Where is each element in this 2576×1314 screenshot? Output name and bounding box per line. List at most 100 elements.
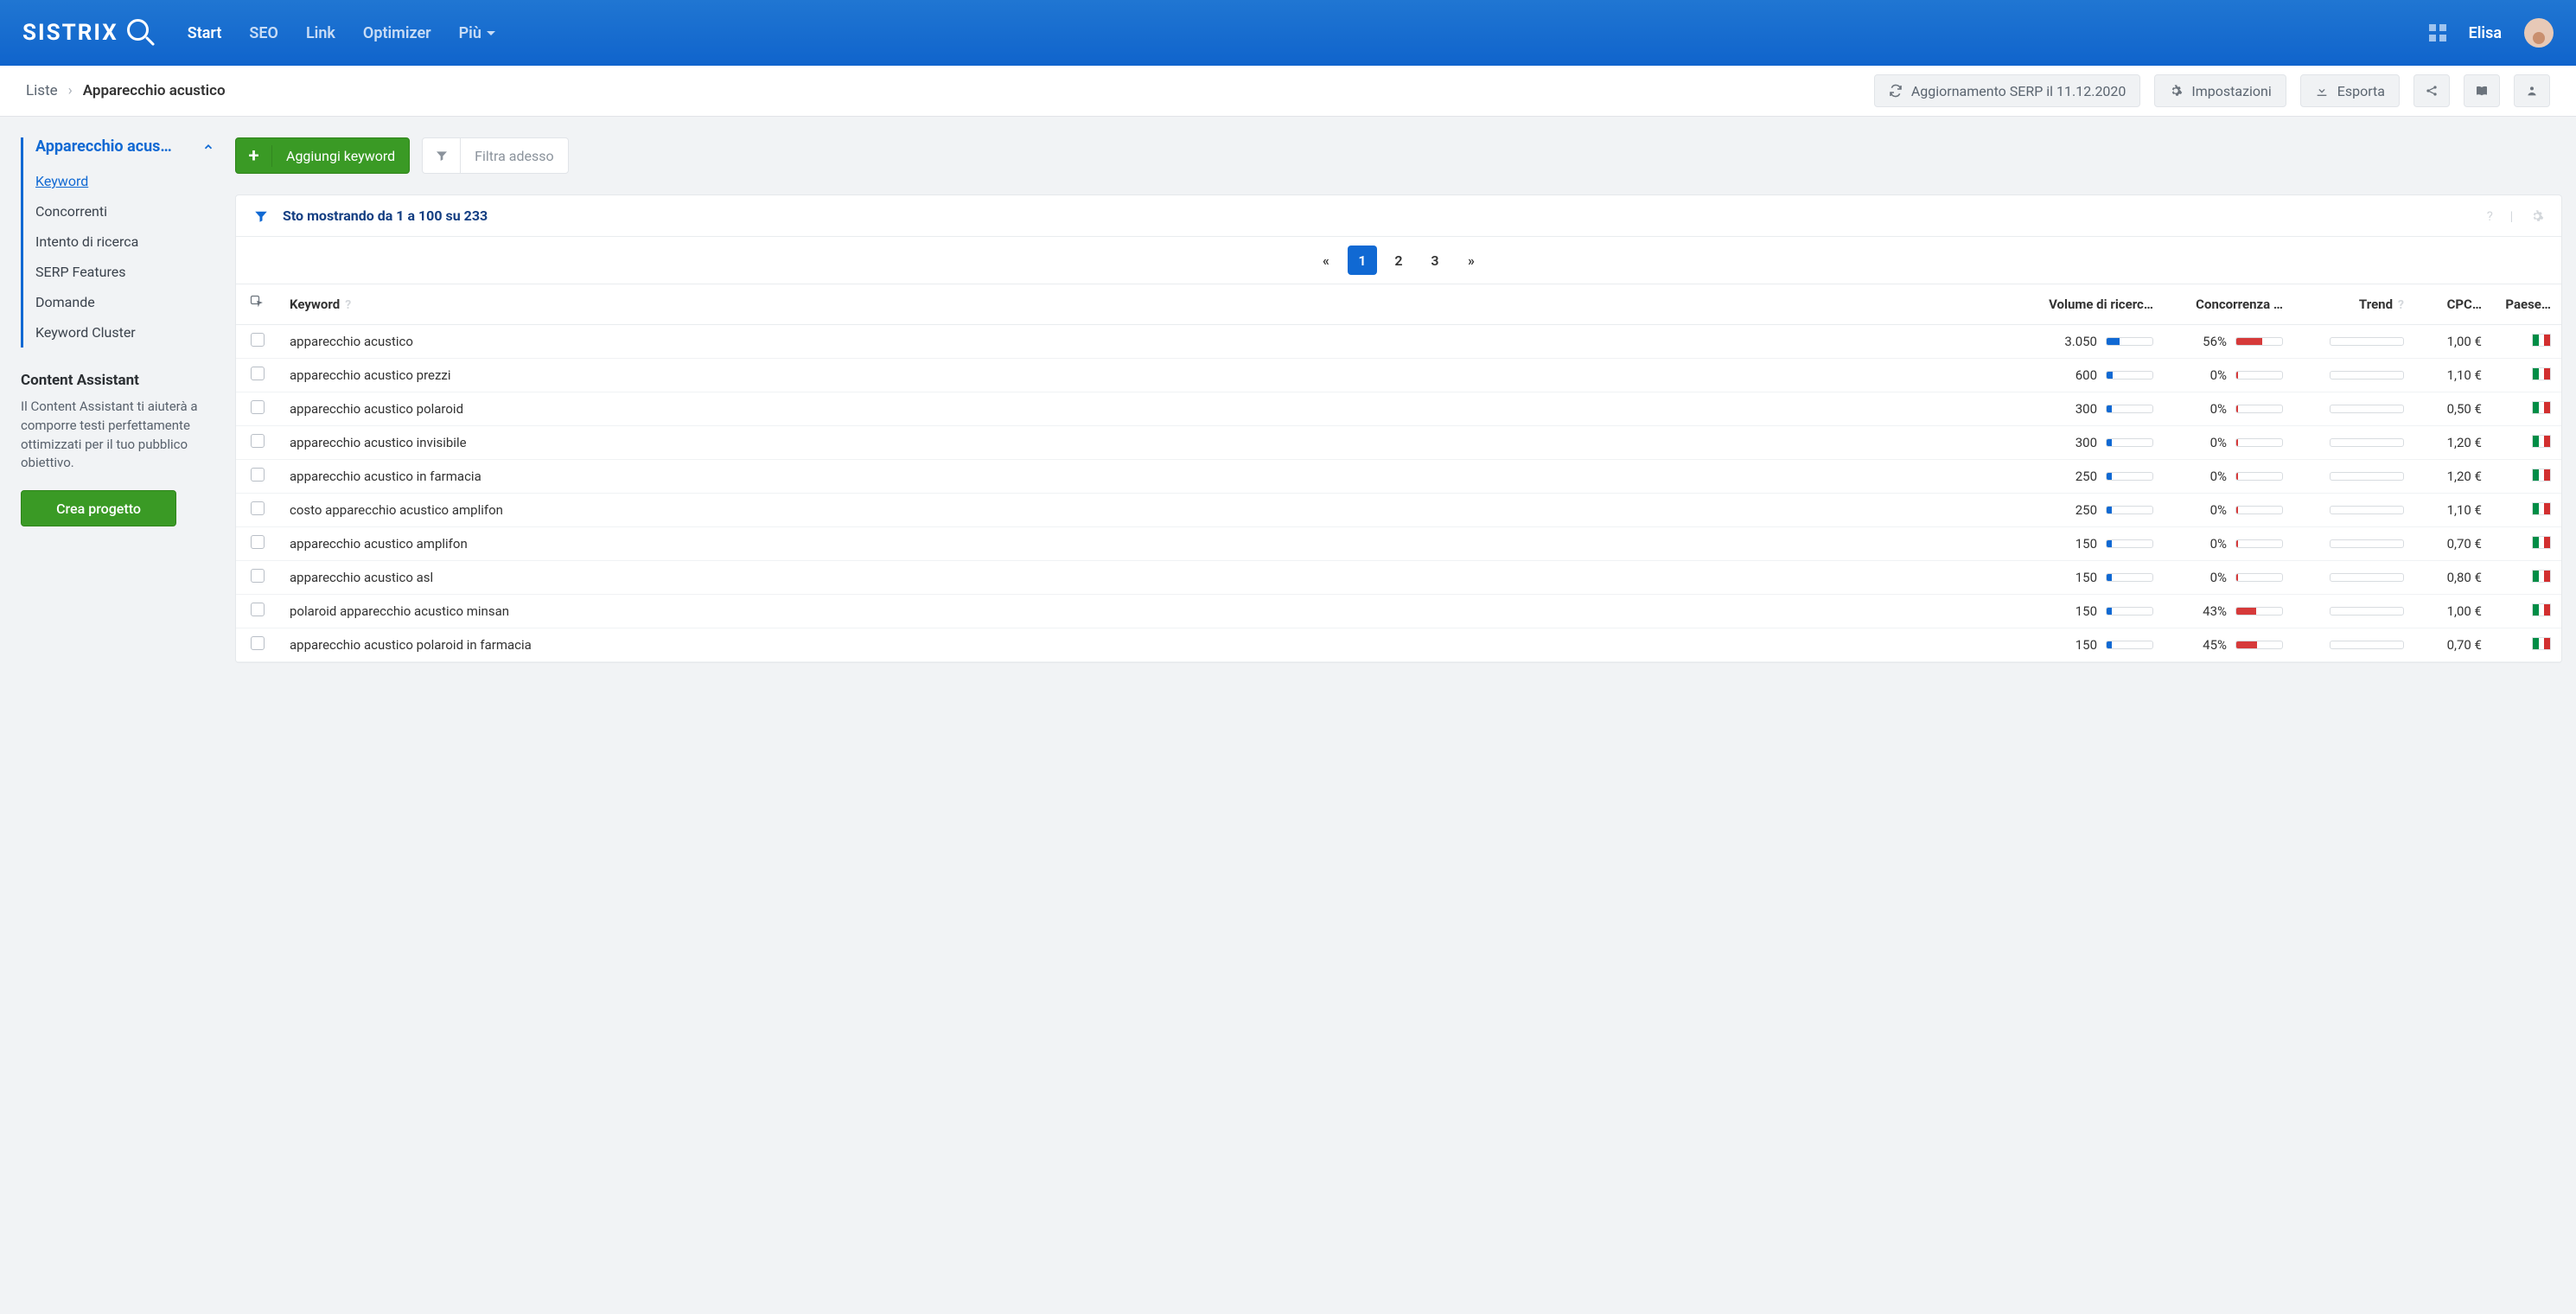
page-2[interactable]: 2 <box>1384 246 1413 275</box>
cell-competition: 0% <box>2164 426 2293 460</box>
user-button[interactable] <box>2514 74 2550 107</box>
cell-country <box>2492 392 2561 426</box>
cell-country <box>2492 628 2561 662</box>
table-row[interactable]: apparecchio acustico polaroid3000%0,50 € <box>236 392 2561 426</box>
col-trend[interactable]: Trend? <box>2293 284 2414 325</box>
brand-logo[interactable]: SISTRIX <box>22 17 156 48</box>
row-checkbox[interactable] <box>236 527 279 561</box>
add-keyword-button[interactable]: + Aggiungi keyword <box>235 137 410 174</box>
sidebar-item-questions[interactable]: Domande <box>35 287 214 317</box>
col-competition[interactable]: Concorrenza … <box>2164 284 2293 325</box>
app-grid-icon[interactable]: + <box>2429 24 2446 41</box>
table-row[interactable]: apparecchio acustico prezzi6000%1,10 € <box>236 359 2561 392</box>
table-row[interactable]: apparecchio acustico polaroid in farmaci… <box>236 628 2561 662</box>
sidebar-item-intent[interactable]: Intento di ricerca <box>35 226 214 257</box>
filter-active-icon <box>253 208 269 224</box>
plus-icon: + <box>236 145 272 167</box>
nav-link[interactable]: Link <box>306 24 335 42</box>
nav-start[interactable]: Start <box>188 24 222 42</box>
cell-trend <box>2293 426 2414 460</box>
cell-volume: 150 <box>2017 561 2164 595</box>
page-1[interactable]: 1 <box>1348 246 1377 275</box>
gear-icon <box>2169 84 2183 98</box>
share-button[interactable] <box>2413 74 2450 107</box>
avatar[interactable] <box>2524 18 2554 48</box>
cell-cpc: 1,00 € <box>2414 595 2492 628</box>
chevron-down-icon <box>487 31 495 35</box>
cell-competition: 0% <box>2164 460 2293 494</box>
flag-it-icon <box>2532 334 2551 347</box>
row-checkbox[interactable] <box>236 460 279 494</box>
cell-cpc: 1,20 € <box>2414 460 2492 494</box>
row-checkbox[interactable] <box>236 628 279 662</box>
page-next[interactable]: » <box>1457 246 1486 275</box>
cell-cpc: 1,00 € <box>2414 325 2492 359</box>
page-3[interactable]: 3 <box>1420 246 1450 275</box>
user-name[interactable]: Elisa <box>2469 24 2502 42</box>
help-icon[interactable]: ? <box>2487 208 2493 224</box>
table-row[interactable]: apparecchio acustico3.05056%1,00 € <box>236 325 2561 359</box>
cell-volume: 250 <box>2017 460 2164 494</box>
row-checkbox[interactable] <box>236 325 279 359</box>
cell-cpc: 0,50 € <box>2414 392 2492 426</box>
book-icon <box>2475 84 2489 98</box>
table-card: Sto mostrando da 1 a 100 su 233 ? | « 1 … <box>235 195 2562 663</box>
content-wrap: Apparecchio acus… Keyword Concorrenti In… <box>0 117 2576 663</box>
cell-trend <box>2293 359 2414 392</box>
col-country[interactable]: Paese… <box>2492 284 2561 325</box>
book-button[interactable] <box>2464 74 2500 107</box>
main-nav: Start SEO Link Optimizer Più <box>188 24 2429 42</box>
cell-keyword: apparecchio acustico invisibile <box>279 426 2017 460</box>
secondary-bar: Liste › Apparecchio acustico Aggiornamen… <box>0 66 2576 117</box>
col-volume[interactable]: Volume di ricerc… <box>2017 284 2164 325</box>
cell-competition: 56% <box>2164 325 2293 359</box>
main-pane: + Aggiungi keyword Filtra adesso Sto mos… <box>235 137 2562 663</box>
sidebar-item-keyword[interactable]: Keyword <box>35 166 214 196</box>
cell-volume: 250 <box>2017 494 2164 527</box>
cell-trend <box>2293 561 2414 595</box>
cell-volume: 600 <box>2017 359 2164 392</box>
share-icon <box>2425 84 2439 98</box>
cell-keyword: costo apparecchio acustico amplifon <box>279 494 2017 527</box>
table-row[interactable]: polaroid apparecchio acustico minsan1504… <box>236 595 2561 628</box>
sidebar: Apparecchio acus… Keyword Concorrenti In… <box>0 137 214 663</box>
table-row[interactable]: apparecchio acustico amplifon1500%0,70 € <box>236 527 2561 561</box>
settings-button[interactable]: Impostazioni <box>2154 74 2286 107</box>
cell-competition: 0% <box>2164 494 2293 527</box>
row-checkbox[interactable] <box>236 426 279 460</box>
row-checkbox[interactable] <box>236 359 279 392</box>
person-icon <box>2525 84 2539 98</box>
cell-cpc: 1,10 € <box>2414 494 2492 527</box>
row-checkbox[interactable] <box>236 595 279 628</box>
nav-optimizer[interactable]: Optimizer <box>363 24 431 42</box>
nav-more[interactable]: Più <box>459 24 495 42</box>
table-row[interactable]: apparecchio acustico invisibile3000%1,20… <box>236 426 2561 460</box>
table-row[interactable]: costo apparecchio acustico amplifon2500%… <box>236 494 2561 527</box>
row-checkbox[interactable] <box>236 561 279 595</box>
table-settings-icon[interactable] <box>2530 209 2544 223</box>
breadcrumb-root[interactable]: Liste <box>26 82 58 99</box>
col-checkbox[interactable] <box>236 284 279 325</box>
create-project-button[interactable]: Crea progetto <box>21 490 176 526</box>
filter-now-button[interactable]: Filtra adesso <box>422 137 569 174</box>
cell-trend <box>2293 527 2414 561</box>
sidebar-item-cluster[interactable]: Keyword Cluster <box>35 317 214 348</box>
cell-volume: 150 <box>2017 628 2164 662</box>
cell-country <box>2492 426 2561 460</box>
nav-seo[interactable]: SEO <box>249 24 278 42</box>
sidebar-title[interactable]: Apparecchio acus… <box>35 137 214 156</box>
row-checkbox[interactable] <box>236 494 279 527</box>
table-row[interactable]: apparecchio acustico in farmacia2500%1,2… <box>236 460 2561 494</box>
col-keyword[interactable]: Keyword? <box>279 284 2017 325</box>
sidebar-item-serp-features[interactable]: SERP Features <box>35 257 214 287</box>
row-checkbox[interactable] <box>236 392 279 426</box>
page-first[interactable]: « <box>1311 246 1341 275</box>
serp-update-button[interactable]: Aggiornamento SERP il 11.12.2020 <box>1874 74 2141 107</box>
table-row[interactable]: apparecchio acustico asl1500%0,80 € <box>236 561 2561 595</box>
breadcrumb-current: Apparecchio acustico <box>83 82 226 99</box>
sidebar-item-competitors[interactable]: Concorrenti <box>35 196 214 226</box>
cell-keyword: apparecchio acustico <box>279 325 2017 359</box>
cell-competition: 0% <box>2164 359 2293 392</box>
export-button[interactable]: Esporta <box>2300 74 2400 107</box>
col-cpc[interactable]: CPC… <box>2414 284 2492 325</box>
